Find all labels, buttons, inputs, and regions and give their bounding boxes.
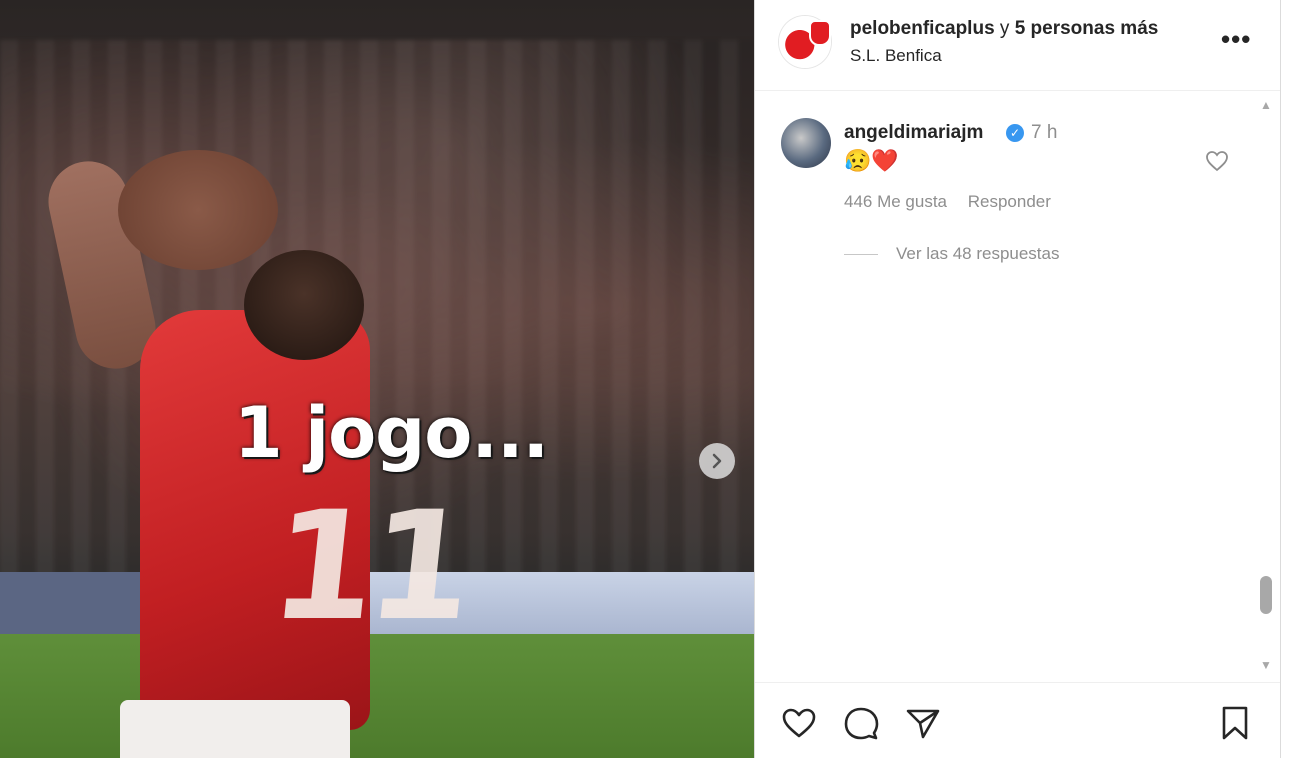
chevron-right-icon xyxy=(712,453,722,469)
comment-meta: 446 Me gusta Responder xyxy=(844,192,1067,212)
player-head xyxy=(244,250,364,360)
next-media-button[interactable] xyxy=(699,443,735,479)
window-edge xyxy=(1280,0,1290,758)
share-icon xyxy=(906,709,940,739)
scrollbar-thumb[interactable] xyxy=(1260,576,1272,614)
more-options-button[interactable]: ••• xyxy=(1221,24,1251,55)
view-replies-label: Ver las 48 respuestas xyxy=(896,244,1060,263)
player-shorts xyxy=(120,700,350,758)
replies-divider-line xyxy=(844,253,878,255)
location-link[interactable]: S.L. Benfica xyxy=(850,46,942,66)
heart-outline-icon xyxy=(1206,151,1228,172)
instagram-post-view: 11 1 jogo... pelobenficaplus y 5 persona… xyxy=(0,0,1290,758)
account-avatar-logo[interactable] xyxy=(779,16,831,68)
post-media[interactable]: 11 1 jogo... xyxy=(0,0,754,758)
post-header: pelobenficaplus y 5 personas más S.L. Be… xyxy=(755,0,1281,91)
video-caption-overlay: 1 jogo... xyxy=(234,392,549,474)
comment-timestamp[interactable]: 7 h xyxy=(1031,122,1057,144)
player-hands-heart xyxy=(118,150,278,270)
view-replies-button[interactable]: Ver las 48 respuestas xyxy=(844,244,1059,264)
scroll-up-arrow-icon[interactable]: ▲ xyxy=(1260,98,1272,112)
jersey-number: 11 xyxy=(262,480,474,654)
scroll-down-arrow-icon[interactable]: ▼ xyxy=(1260,658,1272,672)
author-username-link[interactable]: pelobenficaplus xyxy=(850,18,995,39)
verified-badge-icon: ✓ xyxy=(1006,124,1024,142)
collaborators-link[interactable]: 5 personas más xyxy=(1015,18,1159,39)
post-authors: pelobenficaplus y 5 personas más xyxy=(850,18,1158,40)
comment-button[interactable] xyxy=(841,703,881,743)
commenter-username[interactable]: angeldimariajm xyxy=(844,122,983,144)
like-button[interactable] xyxy=(779,703,819,743)
share-button[interactable] xyxy=(903,703,943,743)
reply-button[interactable]: Responder xyxy=(968,192,1051,211)
heart-icon xyxy=(782,708,816,738)
comment-like-button[interactable] xyxy=(1205,150,1229,179)
comment-text: 😥❤️ xyxy=(844,148,899,173)
post-side-panel: pelobenficaplus y 5 personas más S.L. Be… xyxy=(754,0,1281,758)
comment-icon xyxy=(844,707,879,740)
commenter-avatar[interactable] xyxy=(781,118,831,168)
bookmark-icon xyxy=(1222,706,1248,740)
authors-connector: y xyxy=(994,18,1015,39)
post-action-bar xyxy=(755,682,1281,759)
save-button[interactable] xyxy=(1215,703,1255,743)
comment-like-count[interactable]: 446 Me gusta xyxy=(844,192,947,211)
